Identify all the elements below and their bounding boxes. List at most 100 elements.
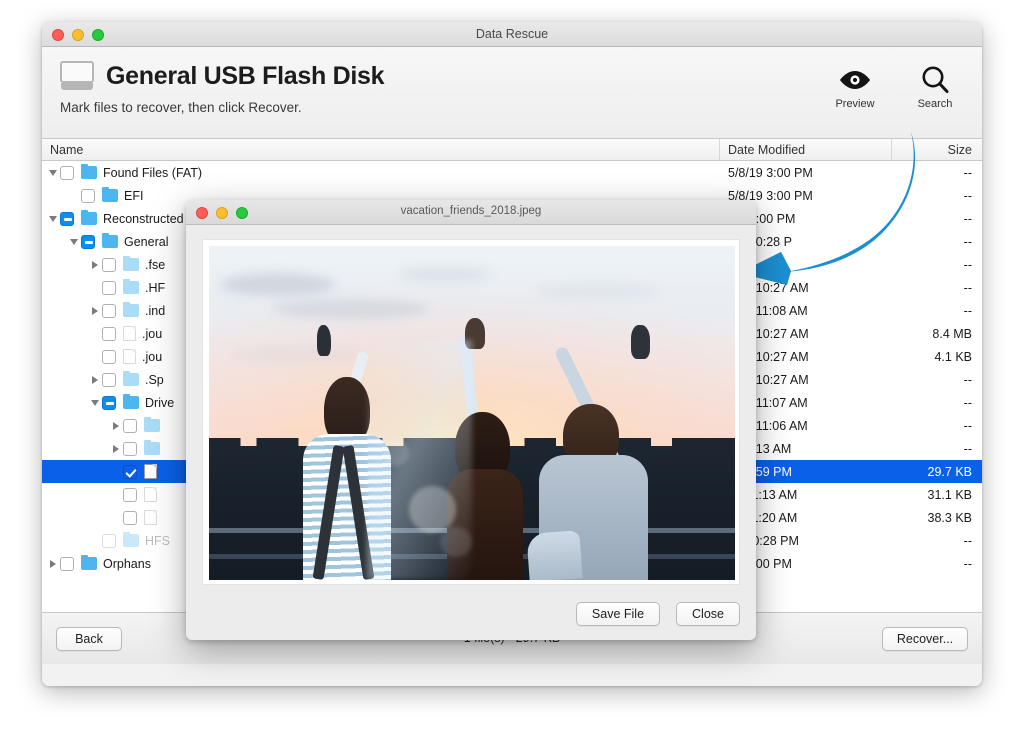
row-size-cell: -- xyxy=(963,372,972,387)
row-checkbox[interactable] xyxy=(123,418,137,433)
row-checkbox[interactable] xyxy=(102,280,116,295)
chevron-down-icon[interactable] xyxy=(46,215,60,222)
document-icon xyxy=(123,326,136,341)
row-size-cell: 31.1 KB xyxy=(927,487,972,502)
eye-icon xyxy=(828,63,882,97)
document-icon xyxy=(144,464,157,479)
row-name-label: .HF xyxy=(145,280,166,295)
header-bar: General USB Flash Disk Mark files to rec… xyxy=(42,47,982,139)
close-preview-button[interactable]: Close xyxy=(676,602,740,626)
header-toolbar: Preview Search xyxy=(828,63,962,110)
row-size-cell: -- xyxy=(963,441,972,456)
search-toolbar-label: Search xyxy=(917,98,953,110)
folder-icon xyxy=(123,301,139,317)
row-name-cell: Found Files (FAT) xyxy=(42,161,720,184)
column-header-name[interactable]: Name xyxy=(42,139,720,160)
screenshot-root: Data Rescue General USB Flash Disk Mark … xyxy=(0,0,1024,734)
row-checkbox[interactable] xyxy=(81,188,95,203)
preview-titlebar[interactable]: vacation_friends_2018.jpeg xyxy=(186,200,756,225)
chevron-down-icon[interactable] xyxy=(67,238,81,245)
preview-toolbar-label: Preview xyxy=(835,98,875,110)
table-row[interactable]: Found Files (FAT) 5/8/19 3:00 PM -- xyxy=(42,161,982,184)
row-checkbox[interactable] xyxy=(123,464,137,479)
column-header-date[interactable]: Date Modified xyxy=(720,139,892,160)
chevron-right-icon[interactable] xyxy=(88,375,102,384)
row-size-cell: -- xyxy=(963,257,972,272)
chevron-down-icon[interactable] xyxy=(88,399,102,406)
row-name-label: Reconstructed xyxy=(103,211,184,226)
row-size-cell: -- xyxy=(963,188,972,203)
folder-icon xyxy=(81,163,97,179)
folder-icon xyxy=(102,232,118,248)
row-name-label: Drive xyxy=(145,395,175,410)
chevron-right-icon[interactable] xyxy=(88,306,102,315)
image-preview-dialog: vacation_friends_2018.jpeg Save File Clo… xyxy=(186,200,756,640)
folder-icon xyxy=(144,416,160,432)
row-size-cell: -- xyxy=(963,556,972,571)
row-checkbox[interactable] xyxy=(102,372,116,387)
folder-icon xyxy=(123,278,139,294)
chevron-right-icon[interactable] xyxy=(109,421,123,430)
row-name-label: .ind xyxy=(145,303,166,318)
magnifier-icon xyxy=(908,63,962,97)
row-checkbox[interactable] xyxy=(102,326,116,341)
row-checkbox[interactable] xyxy=(102,303,116,318)
column-header-size[interactable]: Size xyxy=(892,139,982,160)
column-header-row: Name Date Modified Size xyxy=(42,139,982,161)
row-checkbox[interactable] xyxy=(60,556,74,571)
row-checkbox[interactable] xyxy=(102,257,116,272)
save-file-button[interactable]: Save File xyxy=(575,602,661,626)
search-toolbar-button[interactable]: Search xyxy=(908,63,962,110)
folder-icon xyxy=(144,439,160,455)
preview-toolbar-button[interactable]: Preview xyxy=(828,63,882,110)
chevron-right-icon[interactable] xyxy=(46,559,60,568)
document-icon xyxy=(144,487,157,502)
folder-icon xyxy=(123,531,139,547)
row-checkbox[interactable] xyxy=(102,349,116,364)
window-title: Data Rescue xyxy=(475,27,549,41)
chevron-down-icon[interactable] xyxy=(46,169,60,176)
row-name-label: HFS xyxy=(145,533,170,548)
row-checkbox[interactable] xyxy=(102,533,116,548)
row-checkbox[interactable] xyxy=(123,510,137,525)
row-checkbox[interactable] xyxy=(102,395,116,410)
preview-action-buttons: Save File Close xyxy=(575,602,740,626)
row-checkbox[interactable] xyxy=(81,234,95,249)
row-size-cell: 4.1 KB xyxy=(934,349,972,364)
folder-icon xyxy=(102,186,118,202)
row-size-cell: -- xyxy=(963,395,972,410)
chevron-right-icon[interactable] xyxy=(109,444,123,453)
row-name-label: EFI xyxy=(124,188,144,203)
row-size-cell: 8.4 MB xyxy=(932,326,972,341)
row-size-cell: -- xyxy=(963,533,972,548)
row-name-label: .Sp xyxy=(145,372,164,387)
hard-disk-icon xyxy=(60,61,94,91)
document-icon xyxy=(123,349,136,364)
row-name-label: Found Files (FAT) xyxy=(103,165,203,180)
row-size-cell: -- xyxy=(963,280,972,295)
row-size-cell: 38.3 KB xyxy=(927,510,972,525)
row-name-label: Orphans xyxy=(103,556,151,571)
photo-frame xyxy=(202,239,740,585)
row-name-label: General xyxy=(124,234,169,249)
preview-photo xyxy=(209,246,735,580)
row-size-cell: -- xyxy=(963,165,972,180)
row-size-cell: -- xyxy=(963,234,972,249)
folder-icon xyxy=(81,209,97,225)
recover-button[interactable]: Recover... xyxy=(882,627,968,651)
row-checkbox[interactable] xyxy=(60,211,74,226)
row-size-cell: -- xyxy=(963,211,972,226)
chevron-right-icon[interactable] xyxy=(88,260,102,269)
row-checkbox[interactable] xyxy=(123,441,137,456)
row-size-cell: -- xyxy=(963,303,972,318)
preview-title: vacation_friends_2018.jpeg xyxy=(400,205,542,217)
row-checkbox[interactable] xyxy=(60,165,74,180)
photo-person-right xyxy=(525,325,672,580)
folder-icon xyxy=(123,393,139,409)
row-name-label: .jou xyxy=(142,349,163,364)
window-titlebar[interactable]: Data Rescue xyxy=(42,22,982,47)
row-size-cell: 29.7 KB xyxy=(927,464,972,479)
page-title: General USB Flash Disk xyxy=(106,61,385,90)
row-checkbox[interactable] xyxy=(123,487,137,502)
row-name-label: .jou xyxy=(142,326,163,341)
